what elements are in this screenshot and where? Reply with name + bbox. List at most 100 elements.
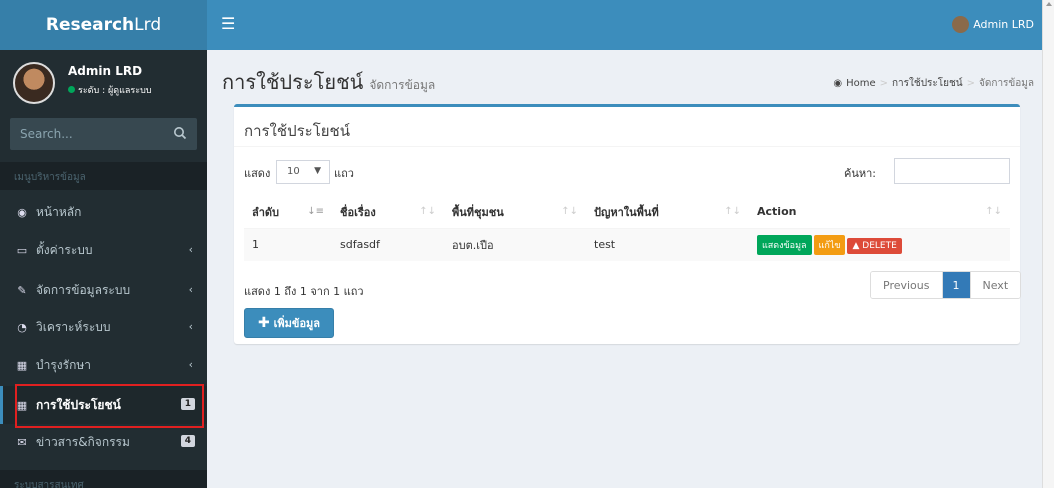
sidebar-item-label: ข่าวสาร&กิจกรรม — [36, 434, 130, 449]
edit-icon: ✎ — [17, 283, 27, 297]
sidebar-header-info: ระบบสารสนเทศ — [0, 470, 207, 488]
sidebar-item-analysis[interactable]: ◔ วิเคราะห์ระบบ ‹ — [0, 308, 207, 346]
sidebar-header-main: เมนูบริหารข้อมูล — [0, 162, 207, 190]
column-header-label: ชื่อเรื่อง — [340, 205, 376, 219]
data-box: การใช้ประโยชน์ แสดง 10 ▼ แถว ค้นหา: ลำดั… — [234, 104, 1022, 344]
hamburger-icon[interactable]: ☰ — [221, 14, 235, 33]
laptop-icon: ▭ — [16, 243, 28, 257]
breadcrumb-separator: > — [966, 78, 976, 89]
column-header-action[interactable]: Action ↑↓ — [749, 196, 1010, 229]
breadcrumb-current: จัดการข้อมูล — [979, 78, 1034, 89]
table-search-input[interactable] — [894, 158, 1010, 184]
edit-button[interactable]: แก้ไข — [813, 234, 846, 255]
pagination: Previous 1 Next — [870, 271, 1022, 299]
page-subtitle: จัดการข้อมูล — [369, 78, 436, 92]
add-data-button[interactable]: ✚ เพิ่มข้อมูล — [244, 308, 334, 338]
breadcrumb-utilization[interactable]: การใช้ประโยชน์ — [892, 76, 963, 91]
sidebar-item-label: หน้าหลัก — [36, 204, 82, 219]
box-divider — [234, 146, 1020, 147]
breadcrumb-separator: > — [879, 78, 888, 89]
logo-light-text: Lrd — [134, 15, 162, 35]
breadcrumb: ◉ Home > การใช้ประโยชน์ > จัดการข้อมูล — [833, 76, 1034, 91]
sidebar-search — [10, 118, 197, 150]
column-header-no[interactable]: ลำดับ ↓≡ — [244, 196, 332, 229]
column-header-label: ลำดับ — [252, 205, 280, 219]
sort-icon: ↑↓ — [561, 206, 578, 217]
app-logo[interactable]: Research Lrd — [0, 0, 207, 50]
sidebar-item-label: วิเคราะห์ระบบ — [36, 319, 111, 334]
user-panel: Admin LRD ระดับ : ผู้ดูแลระบบ — [0, 50, 207, 110]
sort-icon: ↑↓ — [724, 206, 741, 217]
cell-actions: แสดงข้อมูล แก้ไข ▲︎ DELETE — [749, 228, 1010, 261]
chevron-left-icon: ‹ — [188, 358, 193, 371]
pagination-next[interactable]: Next — [970, 272, 1021, 298]
online-dot-icon — [68, 86, 75, 93]
user-status-text: ระดับ : ผู้ดูแลระบบ — [78, 86, 152, 96]
sidebar-item-home[interactable]: ◉ หน้าหลัก — [0, 193, 207, 231]
cell-problem: test — [586, 228, 749, 261]
sort-icon: ↑↓ — [419, 206, 436, 217]
table-search-label: ค้นหา: — [844, 167, 877, 180]
chevron-left-icon: ‹ — [188, 320, 193, 333]
delete-label: DELETE — [862, 240, 897, 251]
pie-chart-icon: ◔ — [17, 320, 27, 334]
sidebar-item-news[interactable]: ✉ ข่าวสาร&กิจกรรม 4 — [0, 423, 207, 461]
cell-area: อบต.เปือ — [444, 228, 586, 261]
column-header-area[interactable]: พื้นที่ชุมชน ↑↓ — [444, 196, 586, 229]
cell-subject: sdfasdf — [332, 228, 444, 261]
sidebar-item-label: บำรุงรักษา — [36, 357, 92, 372]
search-icon[interactable] — [173, 126, 187, 140]
page-length-select[interactable]: 10 ▼ — [276, 160, 330, 184]
page-scrollbar[interactable] — [1042, 0, 1054, 488]
user-menu[interactable]: Admin LRD — [952, 16, 1034, 33]
sidebar-item-label: การใช้ประโยชน์ — [36, 397, 121, 412]
table-icon: ▦ — [16, 358, 28, 372]
table-row: 1 sdfasdf อบต.เปือ test แสดงข้อมูล แก้ไข ▲… — [244, 228, 1010, 261]
add-data-label: เพิ่มข้อมูล — [273, 317, 321, 330]
column-header-subject[interactable]: ชื่อเรื่อง ↑↓ — [332, 196, 444, 229]
column-header-problem[interactable]: ปัญหาในพื้นที่ ↑↓ — [586, 196, 749, 229]
column-header-label: ปัญหาในพื้นที่ — [594, 205, 659, 219]
cell-no: 1 — [244, 228, 332, 261]
column-header-label: Action — [757, 205, 797, 219]
user-panel-name: Admin LRD — [68, 64, 143, 78]
length-label-prefix: แสดง — [244, 167, 271, 180]
count-badge: 4 — [180, 435, 195, 447]
sidebar-item-settings[interactable]: ▭ ตั้งค่าระบบ ‹ — [0, 231, 207, 269]
chevron-left-icon: ‹ — [188, 283, 193, 296]
pagination-previous[interactable]: Previous — [871, 272, 943, 298]
dashboard-icon: ◉ — [833, 78, 843, 89]
table-info: แสดง 1 ถึง 1 จาก 1 แถว — [244, 285, 364, 298]
page-title: การใช้ประโยชน์ จัดการข้อมูล — [222, 66, 435, 98]
sidebar-item-label: จัดการข้อมูลระบบ — [36, 282, 131, 297]
user-menu-name: Admin LRD — [973, 18, 1034, 31]
box-title: การใช้ประโยชน์ — [244, 122, 350, 140]
user-avatar-small — [952, 16, 970, 33]
user-avatar — [13, 62, 55, 104]
view-button[interactable]: แสดงข้อมูล — [757, 234, 812, 255]
data-table: ลำดับ ↓≡ ชื่อเรื่อง ↑↓ พื้นที่ชุมชน ↑↓ ปัญห… — [244, 196, 1010, 261]
envelope-icon: ✉ — [17, 435, 27, 449]
top-navbar: ☰ Admin LRD — [207, 0, 1042, 50]
user-panel-status: ระดับ : ผู้ดูแลระบบ — [68, 83, 152, 97]
delete-button[interactable]: ▲︎ DELETE — [847, 237, 902, 254]
trash-icon: ▲︎ — [852, 240, 860, 251]
scroll-up-arrow-icon[interactable] — [1046, 2, 1052, 6]
plus-icon: ✚ — [257, 315, 270, 331]
sidebar-search-input[interactable] — [10, 118, 170, 150]
pagination-page[interactable]: 1 — [942, 272, 971, 298]
dashboard-icon: ◉ — [17, 205, 27, 219]
sidebar-item-utilization[interactable]: ▦ การใช้ประโยชน์ 1 — [0, 386, 207, 424]
sidebar-item-data-management[interactable]: ✎ จัดการข้อมูลระบบ ‹ — [0, 271, 207, 309]
sidebar-item-maintenance[interactable]: ▦ บำรุงรักษา ‹ — [0, 346, 207, 384]
sidebar: Admin LRD ระดับ : ผู้ดูแลระบบ เมนูบริหาร… — [0, 50, 207, 488]
sidebar-item-label: ตั้งค่าระบบ — [36, 242, 93, 257]
sort-icon: ↑↓ — [985, 206, 1002, 217]
calendar-icon: ▦ — [16, 398, 28, 412]
logo-bold-text: Research — [45, 15, 135, 35]
sort-asc-icon: ↓≡ — [307, 206, 324, 217]
column-header-label: พื้นที่ชุมชน — [452, 205, 504, 219]
breadcrumb-home[interactable]: Home — [846, 78, 876, 89]
count-badge: 1 — [180, 398, 195, 410]
caret-down-icon: ▼ — [314, 166, 321, 176]
